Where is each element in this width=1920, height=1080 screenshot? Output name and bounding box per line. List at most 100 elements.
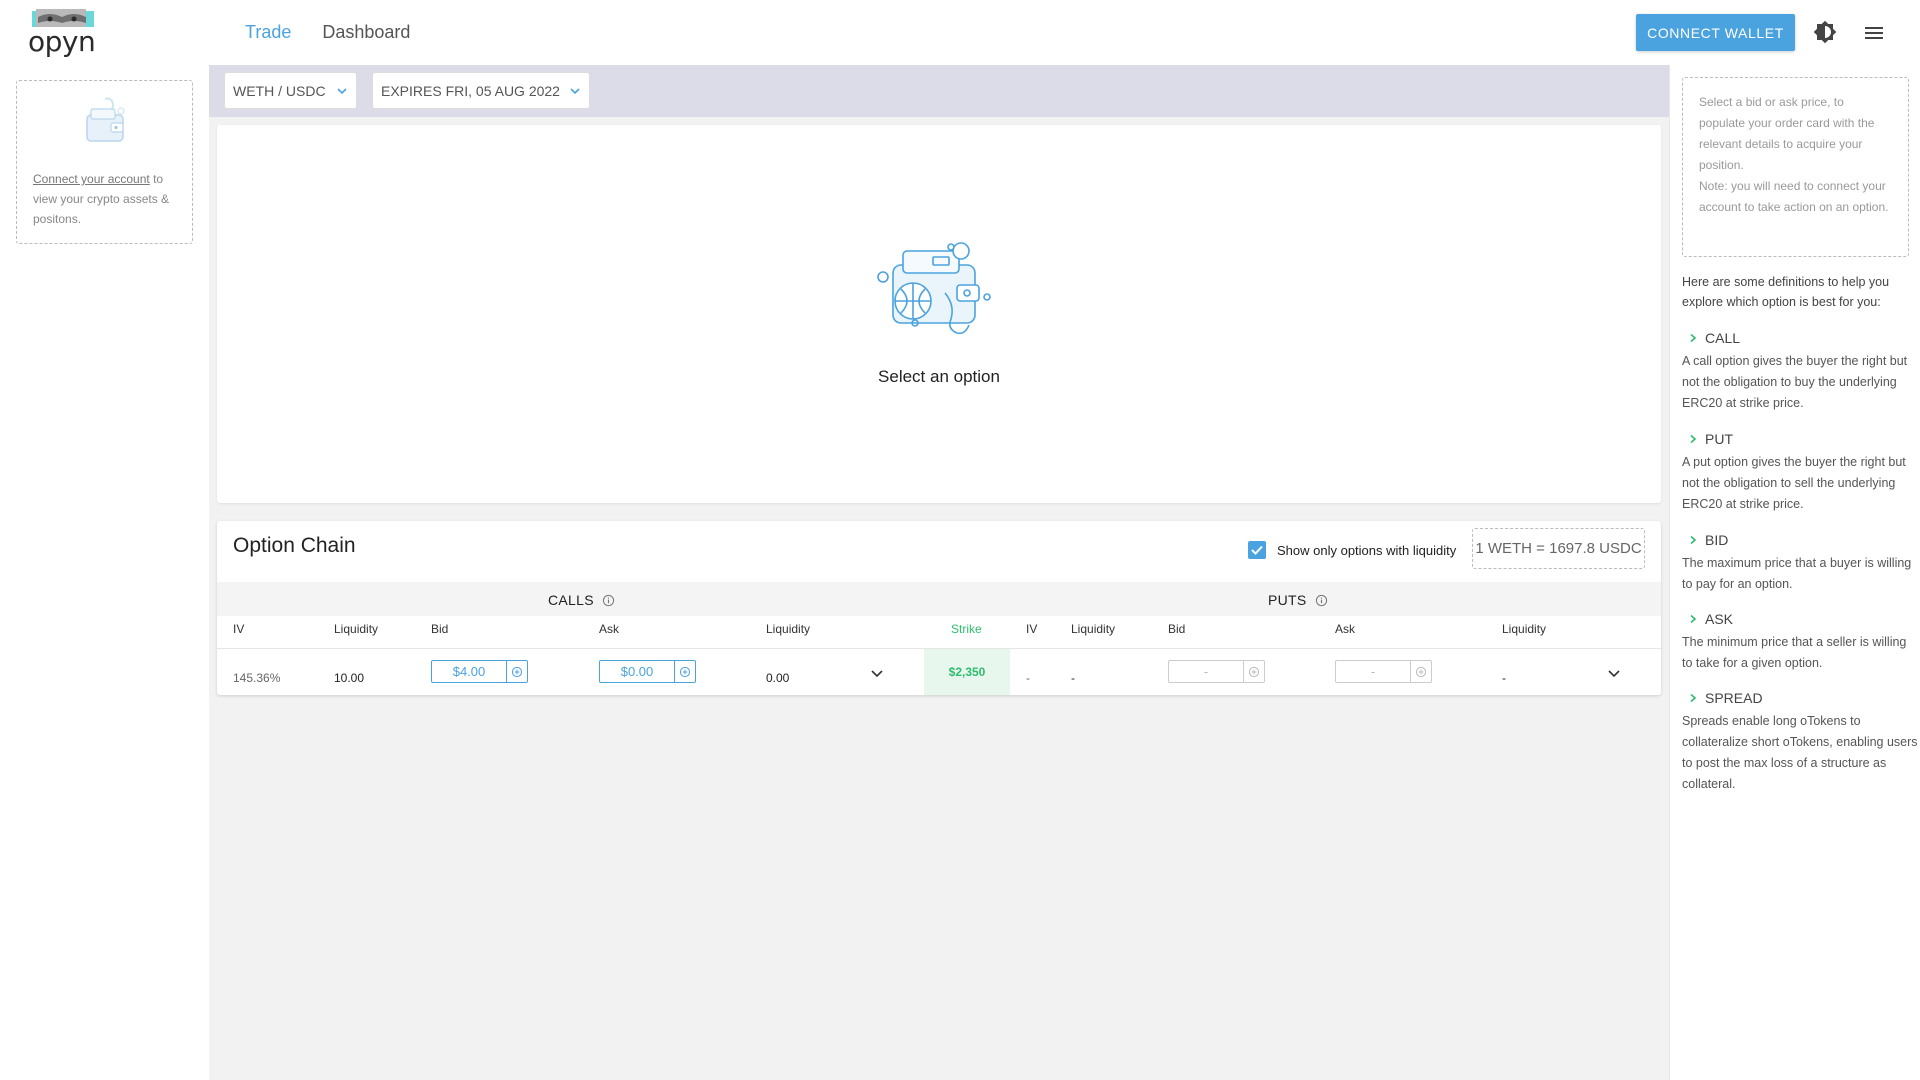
call-iv-cell: 145.36% <box>233 671 281 685</box>
col-call-iv: IV <box>233 622 245 636</box>
put-ask-input[interactable]: - <box>1335 660 1432 683</box>
definition-call: CALL A call option gives the buyer the r… <box>1682 328 1918 414</box>
chevron-right-icon <box>1690 693 1697 703</box>
tab-trade[interactable]: Trade <box>245 22 291 43</box>
hint-note: Note: you will need to connect your acco… <box>1699 179 1889 214</box>
wallet-illustration-icon <box>877 242 991 335</box>
definition-text: A put option gives the buyer the right b… <box>1682 455 1906 511</box>
chevron-down-icon <box>570 88 580 95</box>
put-bid-input[interactable]: - <box>1168 660 1265 683</box>
chevron-right-icon <box>1690 535 1697 545</box>
option-chain-title: Option Chain <box>233 534 356 557</box>
definition-term: SPREAD <box>1705 690 1763 706</box>
col-put-ask-liquidity: Liquidity <box>1502 622 1547 636</box>
main-nav: Trade Dashboard <box>245 22 410 43</box>
expiry-select[interactable]: EXPIRES FRI, 05 AUG 2022 <box>372 72 590 109</box>
pair-select[interactable]: WETH / USDC <box>224 72 357 109</box>
account-card: Connect your account to view your crypto… <box>16 80 193 244</box>
definition-term: CALL <box>1705 330 1741 346</box>
col-call-ask: Ask <box>599 622 620 636</box>
call-ask-value[interactable]: $0.00 <box>599 660 675 683</box>
add-circle-icon[interactable] <box>1244 660 1265 683</box>
check-icon <box>1251 545 1263 555</box>
help-sidebar: Select a bid or ask price, to populate y… <box>1669 65 1920 1080</box>
definition-text: The minimum price that a seller is willi… <box>1682 635 1907 670</box>
brightness-icon[interactable] <box>1813 20 1837 44</box>
info-icon[interactable] <box>602 594 615 607</box>
definition-bid: BID The maximum price that a buyer is wi… <box>1682 530 1918 595</box>
call-ask-liquidity-cell: 0.00 <box>766 671 790 685</box>
spot-price: 1 WETH = 1697.8 USDC <box>1472 528 1645 569</box>
chevron-down-icon[interactable] <box>1607 666 1621 680</box>
hamburger-menu-icon[interactable] <box>1862 21 1886 45</box>
put-ask-value[interactable]: - <box>1335 660 1411 683</box>
definition-toggle[interactable]: ASK <box>1682 609 1918 629</box>
call-bid-value[interactable]: $4.00 <box>431 660 507 683</box>
liquidity-checkbox[interactable] <box>1248 541 1266 559</box>
info-icon[interactable] <box>1315 594 1328 607</box>
call-bid-liquidity-cell: 10.00 <box>334 671 365 685</box>
definition-toggle[interactable]: PUT <box>1682 429 1918 449</box>
filter-bar: WETH / USDC EXPIRES FRI, 05 AUG 2022 <box>209 65 1669 117</box>
option-chain: Option Chain Show only options with liqu… <box>217 521 1661 695</box>
puts-header: PUTS <box>1268 583 1328 617</box>
col-call-ask-liquidity: Liquidity <box>766 622 811 636</box>
put-bid-liquidity-cell: - <box>1071 671 1075 685</box>
definition-text: A call option gives the buyer the right … <box>1682 354 1908 410</box>
opyn-logo[interactable]: opyn <box>28 6 98 58</box>
liquidity-filter-label: Show only options with liquidity <box>1277 542 1457 558</box>
connect-account-text: Connect your account to view your crypto… <box>33 169 183 229</box>
add-circle-icon[interactable] <box>1411 660 1432 683</box>
select-option-text: Select an option <box>878 367 1000 386</box>
chevron-right-icon <box>1690 333 1697 343</box>
expiry-select-value: EXPIRES FRI, 05 AUG 2022 <box>381 82 560 99</box>
definition-term: PUT <box>1705 431 1733 447</box>
col-strike: Strike <box>951 622 982 636</box>
call-bid-input[interactable]: $4.00 <box>431 660 528 683</box>
definition-ask: ASK The minimum price that a seller is w… <box>1682 609 1918 674</box>
chevron-right-icon <box>1690 614 1697 624</box>
order-panel: Select an option <box>217 125 1661 503</box>
col-put-iv: IV <box>1026 622 1038 636</box>
connect-account-link[interactable]: Connect your account <box>33 172 150 186</box>
put-ask-liquidity-cell: - <box>1502 671 1506 685</box>
definitions-intro: Here are some definitions to help you ex… <box>1682 275 1890 309</box>
order-hint-card: Select a bid or ask price, to populate y… <box>1682 77 1909 257</box>
puts-label: PUTS <box>1268 592 1307 608</box>
put-iv-cell: - <box>1026 671 1030 685</box>
chevron-right-icon <box>1690 434 1697 444</box>
definition-toggle[interactable]: SPREAD <box>1682 688 1918 708</box>
col-put-bid: Bid <box>1168 622 1186 636</box>
definition-toggle[interactable]: CALL <box>1682 328 1918 348</box>
col-put-ask: Ask <box>1335 622 1356 636</box>
calls-header: CALLS <box>548 583 615 617</box>
definition-term: BID <box>1705 532 1729 548</box>
side-header-strip <box>217 582 1661 616</box>
strike-cell[interactable]: $2,350 <box>924 649 1010 695</box>
top-header: opyn Trade Dashboard CONNECT WALLET <box>0 0 1920 65</box>
call-ask-input[interactable]: $0.00 <box>599 660 696 683</box>
definition-put: PUT A put option gives the buyer the rig… <box>1682 429 1918 515</box>
definition-term: ASK <box>1705 611 1734 627</box>
col-call-bid-liquidity: Liquidity <box>334 622 379 636</box>
pair-select-value: WETH / USDC <box>233 82 326 99</box>
liquidity-filter[interactable]: Show only options with liquidity <box>1248 541 1456 559</box>
definition-text: The maximum price that a buyer is willin… <box>1682 556 1912 591</box>
add-circle-icon[interactable] <box>675 660 696 683</box>
col-call-bid: Bid <box>431 622 449 636</box>
tab-dashboard[interactable]: Dashboard <box>322 22 410 43</box>
add-circle-icon[interactable] <box>507 660 528 683</box>
connect-wallet-button[interactable]: CONNECT WALLET <box>1636 14 1795 51</box>
calls-label: CALLS <box>548 592 594 608</box>
main-content: WETH / USDC EXPIRES FRI, 05 AUG 2022 Sel… <box>209 65 1669 1080</box>
put-bid-value[interactable]: - <box>1168 660 1244 683</box>
col-put-bid-liquidity: Liquidity <box>1071 622 1116 636</box>
chevron-down-icon <box>337 88 347 95</box>
definition-spread: SPREAD Spreads enable long oTokens to co… <box>1682 688 1918 795</box>
logo-wordmark: opyn <box>28 25 96 58</box>
hint-text: Select a bid or ask price, to populate y… <box>1699 95 1875 172</box>
chevron-down-icon[interactable] <box>870 666 884 680</box>
wallet-icon <box>86 97 125 142</box>
definition-text: Spreads enable long oTokens to collatera… <box>1682 714 1918 791</box>
definition-toggle[interactable]: BID <box>1682 530 1918 550</box>
